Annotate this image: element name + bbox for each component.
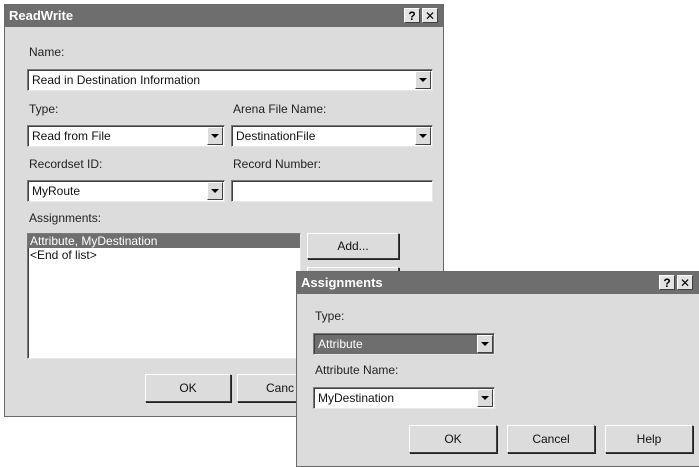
assignments-cancel-label: Cancel: [532, 432, 570, 446]
assignment-type-value: Attribute: [318, 337, 363, 351]
type-select[interactable]: Read from File: [27, 125, 225, 147]
readwrite-titlebar: ReadWrite: [5, 5, 443, 27]
chevron-down-icon[interactable]: [207, 127, 223, 145]
assignments-ok-button[interactable]: OK: [409, 425, 497, 453]
ok-button-label: OK: [179, 381, 197, 395]
assignments-dialog: Assignments ? ✕ Type: Attribute Attribut…: [296, 271, 699, 467]
type-value: Read from File: [32, 129, 111, 143]
close-icon[interactable]: ✕: [422, 8, 438, 23]
help-icon[interactable]: ?: [404, 8, 420, 23]
chevron-down-icon[interactable]: [207, 182, 223, 200]
recordset-value: MyRoute: [32, 184, 81, 198]
cancel-button-label: Canc: [265, 381, 294, 395]
ok-button[interactable]: OK: [145, 374, 231, 402]
help-icon[interactable]: ?: [659, 275, 675, 290]
type-label: Type:: [29, 102, 59, 116]
attribute-name-value: MyDestination: [318, 391, 395, 405]
assignments-help-label: Help: [636, 432, 662, 446]
assignments-titlebar: Assignments: [297, 272, 699, 294]
chevron-down-icon[interactable]: [477, 335, 493, 353]
assignment-type-label: Type:: [315, 309, 345, 323]
arena-file-label: Arena File Name:: [233, 102, 327, 116]
recordset-label: Recordset ID:: [29, 157, 103, 171]
assignment-type-select[interactable]: Attribute: [313, 333, 495, 355]
assignments-cancel-button[interactable]: Cancel: [507, 425, 595, 453]
list-item[interactable]: Attribute, MyDestination: [28, 234, 300, 248]
attribute-name-select[interactable]: MyDestination: [313, 387, 495, 409]
assignments-label: Assignments:: [29, 211, 102, 225]
arena-file-value: DestinationFile: [236, 129, 316, 143]
list-item[interactable]: <End of list>: [28, 248, 300, 262]
name-select[interactable]: Read in Destination Information: [27, 69, 433, 91]
assignments-help-button[interactable]: Help: [605, 425, 693, 453]
record-number-label: Record Number:: [233, 157, 322, 171]
chevron-down-icon[interactable]: [415, 71, 431, 89]
close-icon[interactable]: ✕: [677, 275, 693, 290]
attribute-name-label: Attribute Name:: [315, 363, 399, 377]
record-number-input[interactable]: [231, 180, 433, 202]
name-label: Name:: [29, 45, 65, 59]
chevron-down-icon[interactable]: [477, 389, 493, 407]
name-value: Read in Destination Information: [32, 73, 201, 87]
assignments-list[interactable]: Attribute, MyDestination <End of list>: [27, 233, 301, 359]
recordset-select[interactable]: MyRoute: [27, 180, 225, 202]
arena-file-select[interactable]: DestinationFile: [231, 125, 433, 147]
add-button-label: Add...: [337, 239, 369, 253]
add-button[interactable]: Add...: [307, 233, 399, 259]
chevron-down-icon[interactable]: [415, 127, 431, 145]
readwrite-title: ReadWrite: [9, 8, 74, 23]
assignments-title: Assignments: [301, 275, 383, 290]
assignments-ok-label: OK: [444, 432, 462, 446]
